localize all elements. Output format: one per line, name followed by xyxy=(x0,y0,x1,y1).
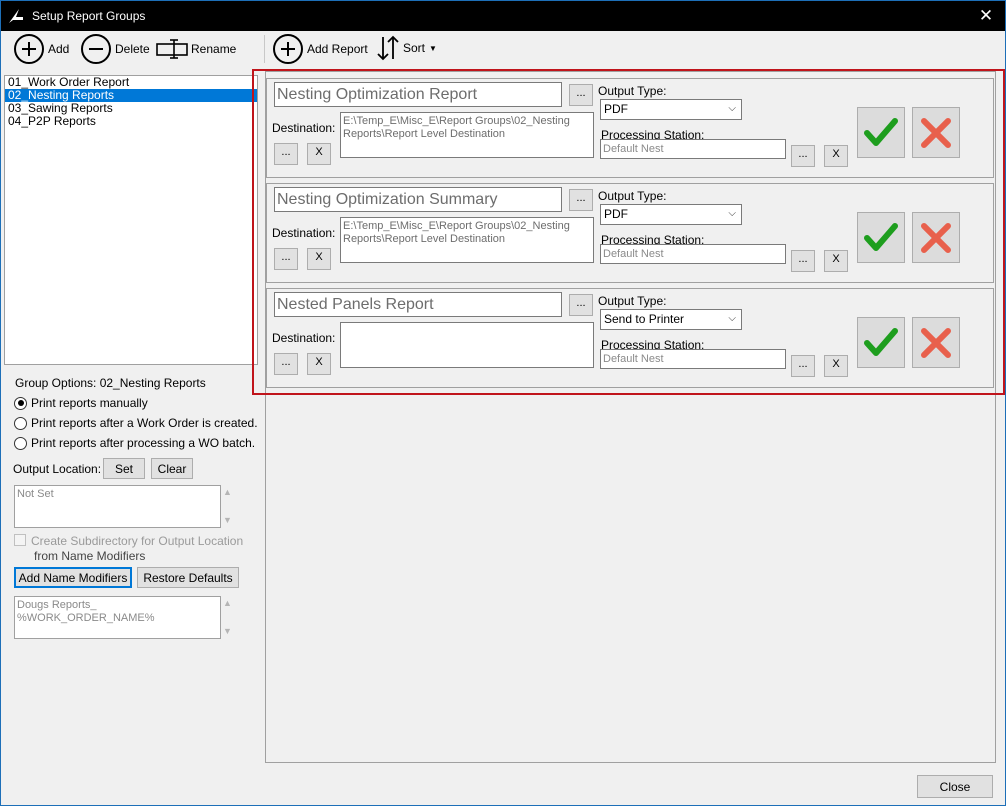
create-subdirectory-label-2: from Name Modifiers xyxy=(34,549,146,563)
radio-print-manually[interactable]: Print reports manually xyxy=(14,396,148,410)
rename-group-label: Rename xyxy=(191,42,237,56)
add-group-label: Add xyxy=(48,42,70,56)
name-modifiers-line: %WORK_ORDER_NAME% xyxy=(17,612,155,624)
radio-print-manually-label: Print reports manually xyxy=(31,396,148,410)
close-button[interactable]: Close xyxy=(917,775,993,798)
add-name-modifiers-button[interactable]: Add Name Modifiers xyxy=(14,567,132,588)
radio-unselected-icon xyxy=(14,436,27,450)
sort-label: Sort xyxy=(403,41,426,55)
output-location-value: Not Set xyxy=(17,488,54,500)
scroll-down-icon: ▼ xyxy=(223,515,232,525)
set-output-location-button[interactable]: Set xyxy=(103,458,145,479)
name-modifiers-field[interactable]: Dougs Reports_ %WORK_ORDER_NAME% xyxy=(14,596,221,639)
create-subdirectory-label: Create Subdirectory for Output Location xyxy=(31,534,244,548)
window-title: Setup Report Groups xyxy=(32,9,146,23)
radio-print-after-wo-label: Print reports after a Work Order is crea… xyxy=(31,416,258,430)
scroll-up-icon: ▲ xyxy=(223,598,232,608)
add-report-button[interactable]: Add Report xyxy=(273,34,368,64)
app-logo-icon xyxy=(9,9,23,23)
highlight-box xyxy=(252,69,1005,395)
rename-icon xyxy=(156,39,188,59)
add-report-label: Add Report xyxy=(307,42,368,56)
create-subdirectory-checkbox[interactable]: Create Subdirectory for Output Location xyxy=(14,534,243,548)
scroll-up-icon: ▲ xyxy=(223,487,232,497)
output-location-scrollbar[interactable]: ▲ ▼ xyxy=(223,487,235,527)
radio-print-after-batch[interactable]: Print reports after processing a WO batc… xyxy=(14,436,255,450)
report-group-list[interactable]: 01_Work Order Report 02_Nesting Reports … xyxy=(4,75,258,365)
sort-button[interactable]: Sort ▼ xyxy=(376,35,437,61)
title-bar: Setup Report Groups ✕ xyxy=(1,1,1005,31)
add-circle-icon xyxy=(14,34,44,64)
toolbar-divider xyxy=(264,35,265,63)
add-circle-icon xyxy=(273,34,303,64)
radio-unselected-icon xyxy=(14,416,27,430)
name-modifiers-scrollbar[interactable]: ▲ ▼ xyxy=(223,598,235,638)
radio-print-after-wo[interactable]: Print reports after a Work Order is crea… xyxy=(14,416,258,430)
setup-report-groups-window: Setup Report Groups ✕ Add Delete Rename … xyxy=(0,0,1006,806)
restore-defaults-button[interactable]: Restore Defaults xyxy=(137,567,239,588)
minus-circle-icon xyxy=(81,34,111,64)
radio-print-after-batch-label: Print reports after processing a WO batc… xyxy=(31,436,256,450)
group-options-heading: Group Options: 02_Nesting Reports xyxy=(15,376,206,390)
name-modifiers-line: Dougs Reports_ xyxy=(17,599,97,611)
sort-arrows-icon xyxy=(377,35,399,61)
delete-group-label: Delete xyxy=(115,42,150,56)
output-location-label: Output Location: xyxy=(13,462,102,476)
dropdown-arrow-icon: ▼ xyxy=(429,43,437,53)
close-icon: ✕ xyxy=(978,6,994,25)
add-group-button[interactable]: Add xyxy=(14,34,69,64)
scroll-down-icon: ▼ xyxy=(223,626,232,636)
delete-group-button[interactable]: Delete xyxy=(81,34,150,64)
clear-output-location-button[interactable]: Clear xyxy=(151,458,193,479)
list-item[interactable]: 04_P2P Reports xyxy=(5,115,257,128)
radio-selected-icon xyxy=(14,396,27,410)
checkbox-icon xyxy=(14,534,26,546)
rename-group-button[interactable]: Rename xyxy=(156,39,236,59)
window-close-button[interactable]: ✕ xyxy=(975,5,997,27)
output-location-field: Not Set xyxy=(14,485,221,528)
